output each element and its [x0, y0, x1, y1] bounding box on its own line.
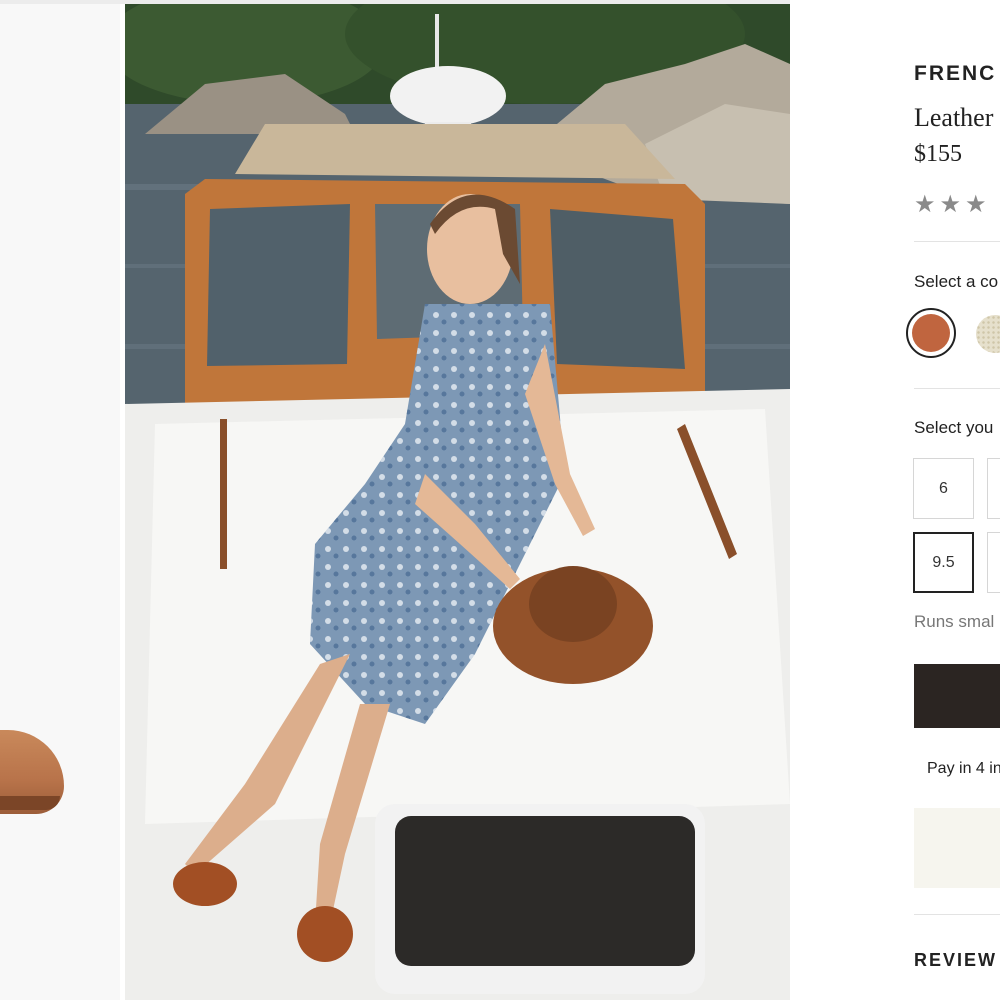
size-label: Select you [914, 418, 994, 437]
size-option[interactable] [987, 458, 1000, 519]
rating-stars[interactable]: ★★★ [914, 190, 991, 219]
fit-note: Runs smal [914, 612, 995, 631]
product-lifestyle-photo[interactable] [125, 4, 790, 1000]
installment-note[interactable]: Pay in 4 in [927, 760, 1000, 778]
product-title: Leather [914, 103, 994, 132]
add-to-bag-button[interactable] [914, 664, 1000, 728]
divider [914, 914, 1000, 915]
size-option-6[interactable]: 6 [913, 458, 974, 519]
shoe-sole [0, 796, 60, 810]
divider [914, 388, 1000, 389]
size-option[interactable] [987, 532, 1000, 593]
product-details-panel: FRENC Leather $155 ★★★ Select a co Selec… [790, 0, 1000, 1000]
color-swatch-cognac[interactable] [906, 308, 956, 358]
size-option-9-5[interactable]: 9.5 [913, 532, 974, 593]
product-price: $155 [914, 141, 962, 167]
divider [914, 241, 1000, 242]
star-icon: ★★★ [914, 191, 991, 218]
color-swatch-fill [912, 314, 950, 352]
photo-illustration [125, 4, 790, 1000]
promo-banner [914, 808, 1000, 888]
gallery-thumbnail-shoe[interactable] [0, 4, 120, 1000]
brand-name[interactable]: FRENC [914, 62, 996, 86]
reviews-heading[interactable]: REVIEW [914, 950, 997, 971]
color-label: Select a co [914, 272, 999, 291]
color-swatch-woven[interactable] [976, 315, 1000, 353]
